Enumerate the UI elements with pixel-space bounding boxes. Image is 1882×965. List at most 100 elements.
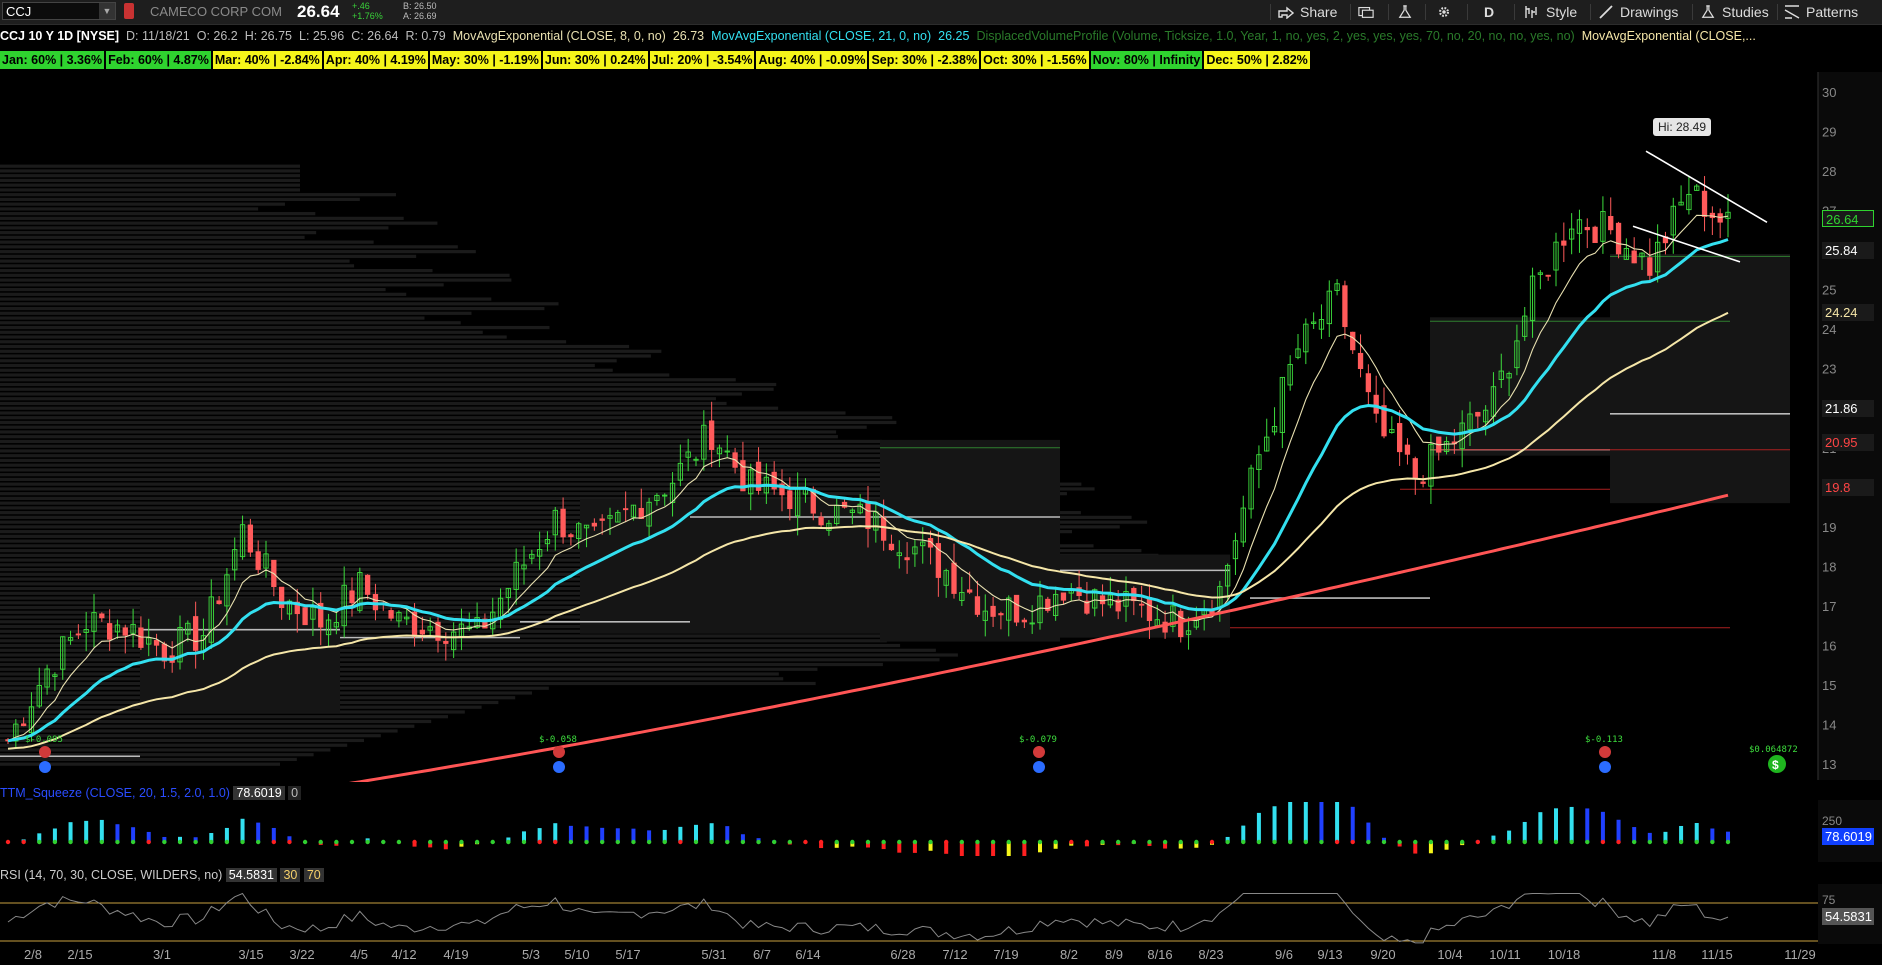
squeeze-dot — [646, 839, 652, 845]
price-tick: 30 — [1822, 85, 1836, 100]
squeeze-dot — [506, 839, 511, 845]
earnings-icon — [553, 746, 565, 758]
squeeze-bar — [1335, 802, 1340, 842]
period-button[interactable]: D — [1484, 0, 1494, 24]
squeeze-bar — [99, 819, 104, 842]
squeeze-dot — [1162, 839, 1168, 845]
squeeze-dot — [1678, 839, 1684, 845]
season-badge: Oct: 30% | -1.56% — [981, 51, 1089, 69]
squeeze-dot — [1115, 839, 1121, 845]
squeeze-dot — [1319, 839, 1324, 845]
toolbar-divider — [1270, 4, 1271, 20]
volume-profile-bar — [0, 724, 415, 728]
rsi-label[interactable]: RSI (14, 70, 30, CLOSE, WILDERS, no) — [0, 868, 222, 882]
squeeze-bar — [84, 820, 89, 842]
volume-profile-bar — [0, 411, 846, 415]
squeeze-dot — [1381, 839, 1387, 845]
date-tick: 4/19 — [443, 947, 468, 962]
candle-body — [75, 633, 82, 636]
candle-body — [99, 613, 105, 619]
squeeze-dot — [1256, 839, 1262, 845]
candle-body — [106, 623, 113, 640]
studies-button[interactable]: Studies — [1700, 0, 1769, 24]
rsi-oversold: 30 — [280, 868, 301, 882]
toolbar-divider — [1425, 4, 1426, 20]
seasonality-row: Jan: 60% | 3.36% Feb: 60% | 4.87% Mar: 40%… — [0, 51, 1312, 69]
study-ema8-label[interactable]: MovAvgExponential (CLOSE, 8, 0, no) — [453, 29, 666, 43]
date-tick: 9/13 — [1317, 947, 1342, 962]
earnings-icon — [1599, 746, 1611, 758]
symbol-input[interactable]: CCJ ▼ — [2, 2, 116, 20]
high-bubble: Hi: 28.49 — [1653, 118, 1712, 136]
price-tick: 17 — [1822, 599, 1836, 614]
volume-profile-bar — [0, 368, 613, 372]
squeeze-dot — [37, 839, 42, 845]
price-tick: 29 — [1822, 124, 1836, 139]
candle-body — [138, 627, 144, 648]
candle-body — [122, 627, 128, 636]
level-price-tag: 21.86 — [1822, 400, 1874, 417]
trendlines — [1632, 150, 1768, 263]
squeeze-dot — [490, 839, 495, 845]
squeeze-dot — [1600, 839, 1606, 845]
squeeze-bar — [1569, 806, 1574, 842]
toolbar-divider — [1467, 4, 1468, 20]
price-axis: 13141516171819202122232425262728293031 — [1817, 72, 1882, 780]
squeeze-dot — [209, 839, 214, 845]
squeeze-dot — [975, 839, 980, 845]
bar-open: O: 26.2 — [196, 29, 238, 43]
share-button[interactable]: Share — [1278, 0, 1337, 24]
squeeze-dot — [850, 839, 855, 845]
style-button[interactable]: Style — [1524, 0, 1577, 24]
date-tick: 6/14 — [795, 947, 820, 962]
date-tick: 3/15 — [238, 947, 263, 962]
volume-profile-bar — [0, 449, 998, 453]
squeeze-label[interactable]: TTM_Squeeze (CLOSE, 20, 1.5, 2.0, 1.0) — [0, 786, 230, 800]
volume-profile-bar — [0, 397, 716, 401]
earnings-icon — [1599, 761, 1611, 773]
price-tick: 23 — [1822, 362, 1836, 377]
season-badge: Mar: 40% | -2.84% — [212, 51, 322, 69]
candle-body — [1561, 240, 1567, 246]
squeeze-bar — [1303, 802, 1308, 842]
study-volume-profile-label[interactable]: DisplacedVolumeProfile (Volume, Ticksize… — [976, 29, 1574, 43]
alert-flag-icon[interactable] — [124, 3, 134, 19]
rsi-axis-label: 75 — [1822, 893, 1836, 907]
squeeze-dot — [662, 839, 667, 845]
candle-body — [1013, 594, 1020, 623]
volume-profile-bar — [0, 316, 425, 320]
volume-profile-bar — [0, 373, 670, 377]
candle-body — [1701, 190, 1708, 217]
season-badge: Apr: 40% | 4.19% — [323, 51, 428, 69]
change-pct: +1.76% — [352, 11, 383, 21]
settings-button[interactable] — [1436, 0, 1458, 24]
rsi-panel[interactable] — [0, 884, 1882, 944]
flask-button[interactable] — [1397, 0, 1419, 24]
squeeze-dot — [1131, 839, 1137, 845]
price-tick: 13 — [1822, 757, 1836, 772]
candle-body — [1647, 257, 1653, 276]
candle-body — [998, 613, 1004, 616]
squeeze-panel[interactable] — [0, 800, 1882, 862]
drawings-button[interactable]: Drawings — [1598, 0, 1678, 24]
squeeze-dot — [1100, 839, 1105, 845]
study-ema-label[interactable]: MovAvgExponential (CLOSE,... — [1582, 29, 1756, 43]
squeeze-bar — [584, 826, 589, 842]
quick-chart-button[interactable] — [1358, 0, 1380, 24]
symbol-dropdown-icon[interactable]: ▼ — [99, 3, 115, 19]
squeeze-dot — [474, 839, 480, 845]
patterns-button[interactable]: Patterns — [1784, 0, 1858, 24]
volume-profile-bar — [0, 729, 398, 733]
squeeze-dot — [521, 839, 527, 845]
date-tick: 3/1 — [153, 947, 171, 962]
date-tick: 8/23 — [1198, 947, 1223, 962]
date-tick: 3/22 — [289, 947, 314, 962]
price-chart[interactable]: $-0.095 $-0.058 $-0.079 $-0.113 $0.064872 $ 1… — [0, 72, 1882, 782]
squeeze-dot — [1491, 839, 1496, 845]
study-ema21-value: 26.25 — [938, 29, 970, 43]
squeeze-dot — [568, 839, 574, 845]
candle-body — [419, 629, 426, 635]
study-ema21-label[interactable]: MovAvgExponential (CLOSE, 21, 0, no) — [711, 29, 931, 43]
date-tick: 9/6 — [1275, 947, 1293, 962]
volume-profile-bar — [0, 719, 432, 724]
